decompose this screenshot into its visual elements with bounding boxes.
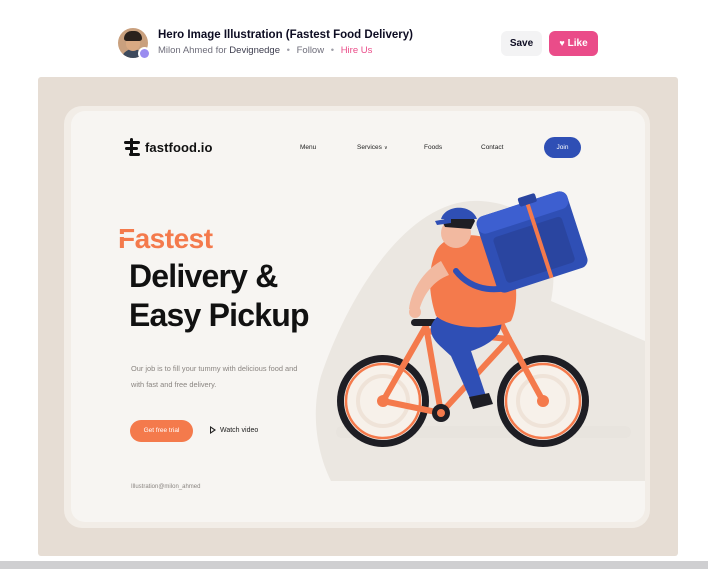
hero-accent-title: Fastest (118, 223, 213, 255)
separator-dot: • (330, 45, 335, 56)
landing-page-mockup: fastfood.io Menu Services ∨ Foods Contact… (71, 111, 645, 522)
team-link[interactable]: Devignedge (229, 45, 280, 56)
nav-services[interactable]: Services ∨ (357, 144, 388, 151)
shot-header: Hero Image Illustration (Fastest Food De… (0, 0, 708, 72)
nav-services-label: Services (357, 144, 382, 151)
get-free-trial-button[interactable]: Get free trial (130, 420, 193, 442)
save-button[interactable]: Save (501, 31, 542, 56)
shot-title: Hero Image Illustration (Fastest Food De… (158, 29, 413, 41)
nav-contact[interactable]: Contact (481, 144, 503, 151)
nav-menu[interactable]: Menu (300, 144, 316, 151)
logo: fastfood.io (124, 137, 213, 157)
join-button[interactable]: Join (544, 137, 581, 158)
team-badge-icon[interactable] (138, 47, 151, 60)
nav-foods[interactable]: Foods (424, 144, 442, 151)
play-icon (210, 426, 216, 434)
follow-link[interactable]: Follow (297, 45, 324, 56)
shot-meta: Milon Ahmed for Devignedge • Follow • Hi… (158, 45, 372, 56)
like-label: Like (567, 38, 588, 49)
watch-video-link[interactable]: Watch video (210, 426, 258, 434)
logo-mark-icon (124, 138, 140, 156)
illustration-credit: Illustration@milon_ahmed (131, 484, 201, 490)
heart-icon: ♥ (559, 38, 565, 48)
scrollbar-track[interactable] (0, 561, 708, 569)
logo-text: fastfood.io (145, 139, 213, 155)
hero-description: Our job is to fill your tummy with delic… (131, 364, 298, 389)
delivery-rider-illustration (315, 191, 645, 481)
chevron-down-icon: ∨ (383, 145, 388, 151)
watch-video-label: Watch video (220, 426, 259, 434)
hero-title-line-2: Easy Pickup (129, 297, 310, 333)
hire-us-link[interactable]: Hire Us (341, 45, 373, 56)
hero-title-line-1: Delivery & (129, 258, 278, 294)
like-button[interactable]: ♥ Like (549, 31, 598, 56)
author-link[interactable]: Milon Ahmed (158, 45, 213, 56)
hero-accent-text: Fastest (118, 223, 213, 254)
speed-stripe (119, 234, 133, 237)
separator-dot: • (286, 45, 290, 56)
for-text: for (215, 45, 227, 56)
